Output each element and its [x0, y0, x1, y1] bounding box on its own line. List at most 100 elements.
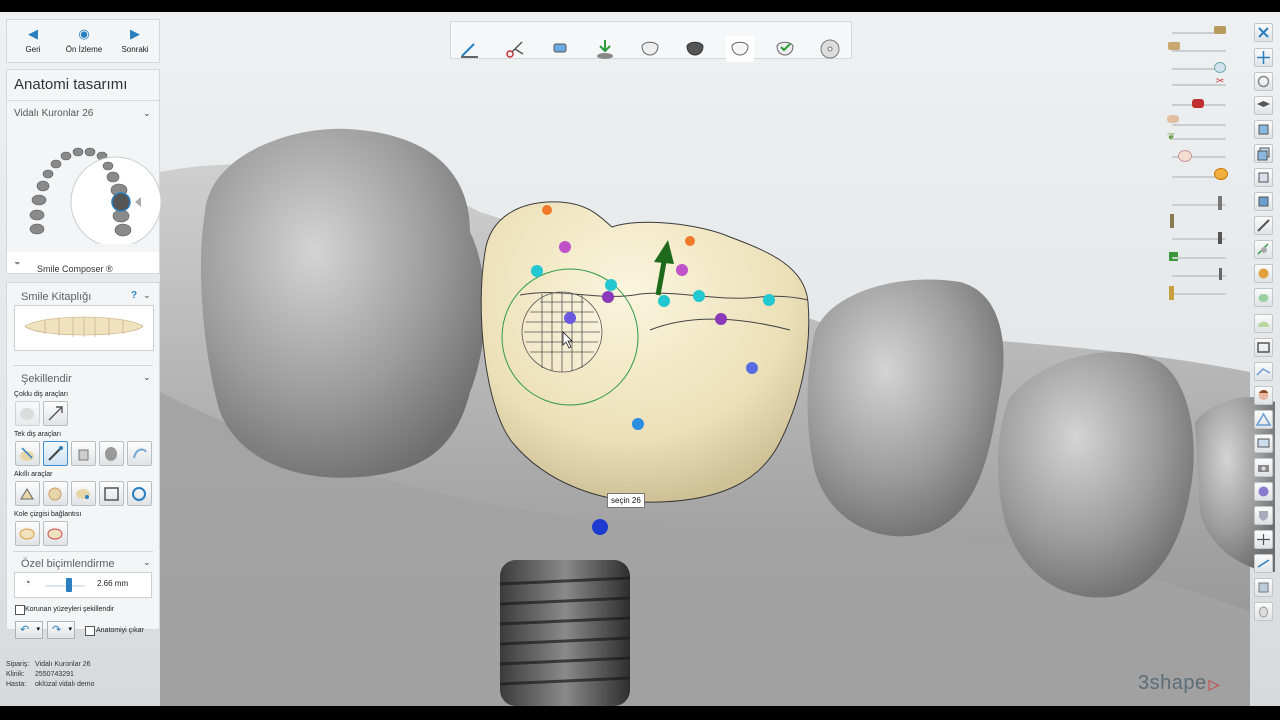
align-button[interactable] [1254, 530, 1273, 549]
view-right-button[interactable] [1254, 192, 1273, 211]
back-button[interactable]: ◀ Geri [9, 24, 57, 62]
crosshair-button[interactable] [1254, 554, 1273, 573]
purple-view-button[interactable] [1254, 482, 1273, 501]
hint-icon [1258, 582, 1269, 593]
step-abutment-button[interactable] [546, 36, 574, 62]
single-tool-1-button[interactable] [15, 441, 40, 466]
single-tool-brush-button[interactable] [43, 441, 68, 466]
smart-tool-4-button[interactable] [99, 481, 124, 506]
rotate-button[interactable] [1254, 72, 1273, 91]
margin-tool-2-button[interactable] [43, 521, 68, 546]
step-anatomy-button[interactable] [726, 36, 754, 62]
chevron-down-icon[interactable]: ⌄ [143, 108, 151, 119]
tooth-dark-icon [686, 41, 704, 56]
shape-header[interactable]: Şekillendir [21, 373, 72, 385]
step-cut-button[interactable] [501, 36, 529, 62]
remove-anatomy-checkbox[interactable] [85, 626, 95, 636]
arrow-left-icon: ◀ [28, 26, 38, 41]
step-coping-button[interactable] [636, 36, 664, 62]
shield-button[interactable] [1254, 506, 1273, 525]
smart-tool-2-button[interactable] [43, 481, 68, 506]
scan-view-button[interactable] [1254, 362, 1273, 381]
tooth-check-icon [776, 41, 794, 56]
brand-logo: 3shape ▷ [1138, 672, 1220, 695]
bridge-icon [104, 487, 119, 501]
learn-button[interactable] [1254, 96, 1273, 115]
triangle-logo-icon: ▷ [1208, 676, 1220, 692]
step-finish-button[interactable] [771, 36, 799, 62]
step-cutback-button[interactable] [681, 36, 709, 62]
cap-button[interactable] [1254, 314, 1273, 333]
brush-grid [521, 291, 603, 373]
bridge-view-button[interactable] [1254, 338, 1273, 357]
arrow-right-icon: ▶ [130, 26, 140, 41]
case-subtitle: Vidalı Kuronlar 26 [14, 108, 94, 119]
tooth-gray-icon [1259, 606, 1268, 618]
undo-icon: ↶ [20, 624, 30, 636]
single-tool-3-button[interactable] [71, 441, 96, 466]
step-export-button[interactable] [816, 36, 844, 62]
multi-tool-move-button[interactable] [15, 401, 40, 426]
margin-tool-1-button[interactable] [15, 521, 40, 546]
occlusion-icon [48, 487, 62, 501]
camera-button[interactable] [1254, 458, 1273, 477]
slider-14[interactable] [1172, 293, 1226, 295]
smile-library-preview[interactable] [14, 305, 154, 351]
smile-composer-label[interactable]: Smile Composer ® [37, 264, 113, 274]
undo-button[interactable]: ↶ ▾ [15, 621, 43, 639]
slider-12[interactable] [1172, 257, 1226, 259]
tooth-move-icon [20, 447, 34, 461]
implant-screw [499, 560, 631, 706]
color-map-button[interactable] [1254, 264, 1273, 283]
screen-button[interactable] [1254, 434, 1273, 453]
contact-icon [20, 488, 34, 500]
move-icon [1257, 51, 1270, 64]
protected-surfaces-checkbox[interactable] [15, 605, 25, 615]
next-button[interactable]: ▶ Sonraki [111, 24, 159, 62]
slider-13[interactable] [1172, 275, 1226, 277]
chevron-down-icon[interactable]: ⌄ [143, 290, 151, 301]
hint-button[interactable] [1254, 578, 1273, 597]
help-icon[interactable]: ? [131, 290, 137, 301]
3d-viewport[interactable] [0, 12, 1280, 706]
step-margin-button[interactable] [456, 36, 484, 62]
single-tool-4-button[interactable] [99, 441, 124, 466]
tools-panel: Smile Kitaplığı ? ⌄ Şekillendir ⌄ Çoklu … [6, 282, 160, 639]
pencil-icon [461, 43, 478, 58]
rotate-icon [1257, 75, 1270, 88]
library-header[interactable]: Smile Kitaplığı [21, 291, 91, 303]
move-button[interactable] [1254, 48, 1273, 67]
warning-button[interactable] [1254, 410, 1273, 429]
view-left-button[interactable] [1254, 168, 1273, 187]
preview-button[interactable]: ◉ Ön İzleme [60, 24, 108, 62]
face-button[interactable] [1254, 386, 1273, 405]
contact-map-button[interactable] [1254, 288, 1273, 307]
redo-button[interactable]: ↷ ▾ [47, 621, 75, 639]
bottom-button[interactable] [1254, 602, 1273, 621]
model-icon [1214, 26, 1226, 34]
brush-size-thumb[interactable] [66, 578, 72, 592]
smart-tool-5-button[interactable] [127, 481, 152, 506]
implant-icon [1218, 196, 1222, 210]
view-back-button[interactable] [1254, 144, 1273, 163]
order-value: Vidalı Kuronlar 26 [35, 661, 91, 668]
section-button[interactable] [1254, 240, 1273, 259]
multi-tool-scale-button[interactable] [43, 401, 68, 426]
smart-tool-3-button[interactable] [71, 481, 96, 506]
brush-size-slider[interactable] [45, 585, 85, 587]
tooth-chart[interactable] [23, 134, 163, 244]
step-insertion-button[interactable] [591, 36, 619, 62]
chevron-down-icon[interactable]: ⌄ [143, 372, 151, 383]
slider-2[interactable] [1172, 50, 1226, 52]
view-front-button[interactable] [1254, 120, 1273, 139]
close-button[interactable] [1254, 23, 1273, 42]
slider-7[interactable] [1172, 138, 1226, 140]
crosshair-icon [1257, 559, 1270, 568]
custom-shaping-header[interactable]: Özel biçimlendirme [21, 558, 115, 570]
smart-tool-1-button[interactable] [15, 481, 40, 506]
slider-6[interactable] [1172, 124, 1226, 126]
measure-button[interactable] [1254, 216, 1273, 235]
chevron-down-icon[interactable]: ⌄ [143, 557, 151, 568]
single-tool-5-button[interactable] [127, 441, 152, 466]
brush-icon [48, 446, 63, 461]
